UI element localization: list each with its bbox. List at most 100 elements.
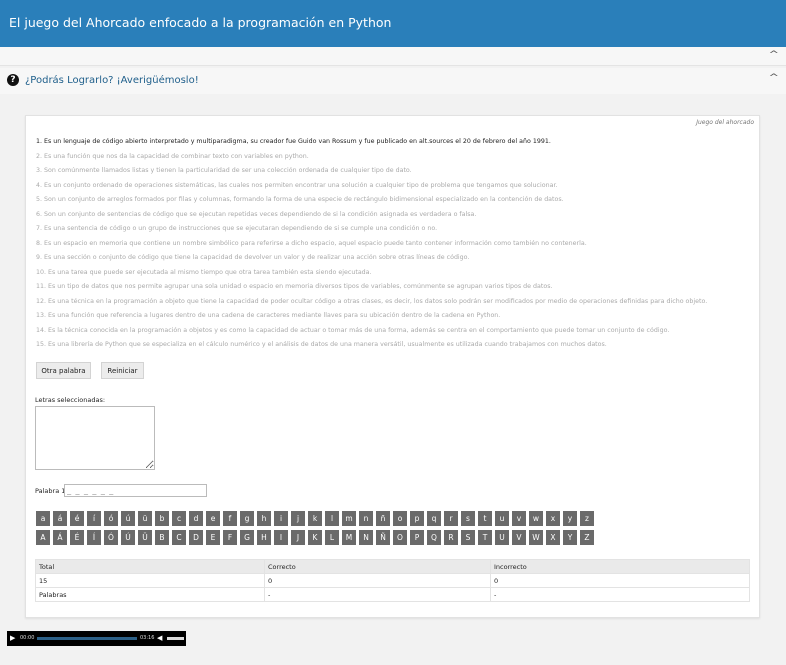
letter-key[interactable]: z [580,511,594,526]
letter-key[interactable]: B [155,530,169,545]
clue-item: 15. Es una librería de Python que se esp… [36,341,607,348]
table-header-total: Total [35,559,265,574]
letter-key[interactable]: X [546,530,560,545]
letter-key[interactable]: Í [87,530,101,545]
letter-key[interactable]: d [189,511,203,526]
letter-key[interactable]: W [529,530,543,545]
letter-key[interactable]: l [325,511,339,526]
letter-key[interactable]: N [359,530,373,545]
letter-key[interactable]: í [87,511,101,526]
clue-item: 8. Es un espacio en memoria que contiene… [36,239,587,247]
volume-slider[interactable] [167,637,184,640]
letter-key[interactable]: p [410,511,424,526]
keyboard-uppercase: AÁÉÍÓÚÜBCDEFGHIJKLMNÑOPQRSTUVWXYZ [36,530,594,545]
other-word-button[interactable]: Otra palabra [36,362,91,379]
letter-key[interactable]: R [444,530,458,545]
word-field[interactable] [64,484,207,497]
letter-key[interactable]: c [172,511,186,526]
clue-item: 9. Es una sección o conjunto de código q… [36,254,470,261]
letter-key[interactable]: ó [104,511,118,526]
volume-icon[interactable]: ◀ [157,634,162,642]
letter-key[interactable]: S [461,530,475,545]
letter-key[interactable]: m [342,511,356,526]
letter-key[interactable]: b [155,511,169,526]
selected-letters-field[interactable] [35,406,155,470]
letter-key[interactable]: x [546,511,560,526]
letter-key[interactable]: n [359,511,373,526]
audio-player: ▶ 00:00 03:16 ◀ [7,631,186,646]
letter-key[interactable]: ñ [376,511,390,526]
letter-key[interactable]: Y [563,530,577,545]
letter-key[interactable]: D [189,530,203,545]
letter-key[interactable]: Ó [104,530,118,545]
letter-key[interactable]: Ú [121,530,135,545]
current-time: 00:00 [20,635,35,641]
clue-list: 1. Es un lenguaje de código abierto inte… [36,135,756,353]
clue-item: 12. Es una técnica en la programación a … [36,297,708,305]
letter-key[interactable]: G [240,530,254,545]
letter-key[interactable]: s [461,511,475,526]
letter-key[interactable]: y [563,511,577,526]
letter-key[interactable]: V [512,530,526,545]
letter-key[interactable]: o [393,511,407,526]
letter-key[interactable]: g [240,511,254,526]
letter-key[interactable]: f [223,511,237,526]
progress-bar[interactable] [37,637,137,640]
letter-key[interactable]: Q [427,530,441,545]
letter-key[interactable]: r [444,511,458,526]
letter-key[interactable]: ú [121,511,135,526]
letter-key[interactable]: t [478,511,492,526]
play-icon[interactable]: ▶ [10,634,15,642]
letter-key[interactable]: u [495,511,509,526]
letter-key[interactable]: I [274,530,288,545]
letter-key[interactable]: É [70,530,84,545]
letter-key[interactable]: O [393,530,407,545]
table-cell: Palabras [35,587,265,602]
clue-item: 10. Es una tarea que puede ser ejecutada… [36,268,372,276]
letter-key[interactable]: i [274,511,288,526]
table-header-correct: Correcto [264,559,491,574]
clue-item: 7. Es una sentencia de código o un grupo… [36,225,438,232]
letter-key[interactable]: Ü [138,530,152,545]
chevron-up-icon[interactable]: ^ [768,73,779,83]
letter-key[interactable]: C [172,530,186,545]
letter-key[interactable]: A [36,530,50,545]
letter-key[interactable]: a [36,511,50,526]
clue-item: 5. Son un conjunto de arreglos formados … [36,196,564,203]
clue-item: 2. Es una función que nos da la capacida… [36,152,309,160]
letter-key[interactable]: e [206,511,220,526]
letter-key[interactable]: J [291,530,305,545]
chevron-up-icon[interactable]: ^ [768,50,779,60]
letter-key[interactable]: é [70,511,84,526]
letter-key[interactable]: P [410,530,424,545]
table-cell: - [264,587,491,602]
letter-key[interactable]: Z [580,530,594,545]
letter-key[interactable]: h [257,511,271,526]
duration: 03:16 [140,635,155,641]
header-collapse-bar[interactable]: ^ [0,47,786,66]
letter-key[interactable]: Á [53,530,67,545]
letter-key[interactable]: Ñ [376,530,390,545]
letter-key[interactable]: M [342,530,356,545]
letter-key[interactable]: j [291,511,305,526]
letter-key[interactable]: á [53,511,67,526]
word-label: Palabra 1: [35,487,68,495]
letter-key[interactable]: H [257,530,271,545]
reset-button[interactable]: Reiniciar [101,362,144,379]
letter-key[interactable]: L [325,530,339,545]
page-title: El juego del Ahorcado enfocado a la prog… [9,15,392,30]
letter-key[interactable]: k [308,511,322,526]
table-cell: 15 [35,573,265,588]
letter-key[interactable]: v [512,511,526,526]
letter-key[interactable]: ü [138,511,152,526]
letter-key[interactable]: E [206,530,220,545]
table-row: 15 0 0 [35,573,750,588]
letter-key[interactable]: q [427,511,441,526]
letter-key[interactable]: U [495,530,509,545]
site-header: El juego del Ahorcado enfocado a la prog… [0,0,786,47]
letter-key[interactable]: T [478,530,492,545]
letter-key[interactable]: F [223,530,237,545]
selected-letters-label: Letras seleccionadas: [35,396,106,404]
letter-key[interactable]: K [308,530,322,545]
letter-key[interactable]: w [529,511,543,526]
